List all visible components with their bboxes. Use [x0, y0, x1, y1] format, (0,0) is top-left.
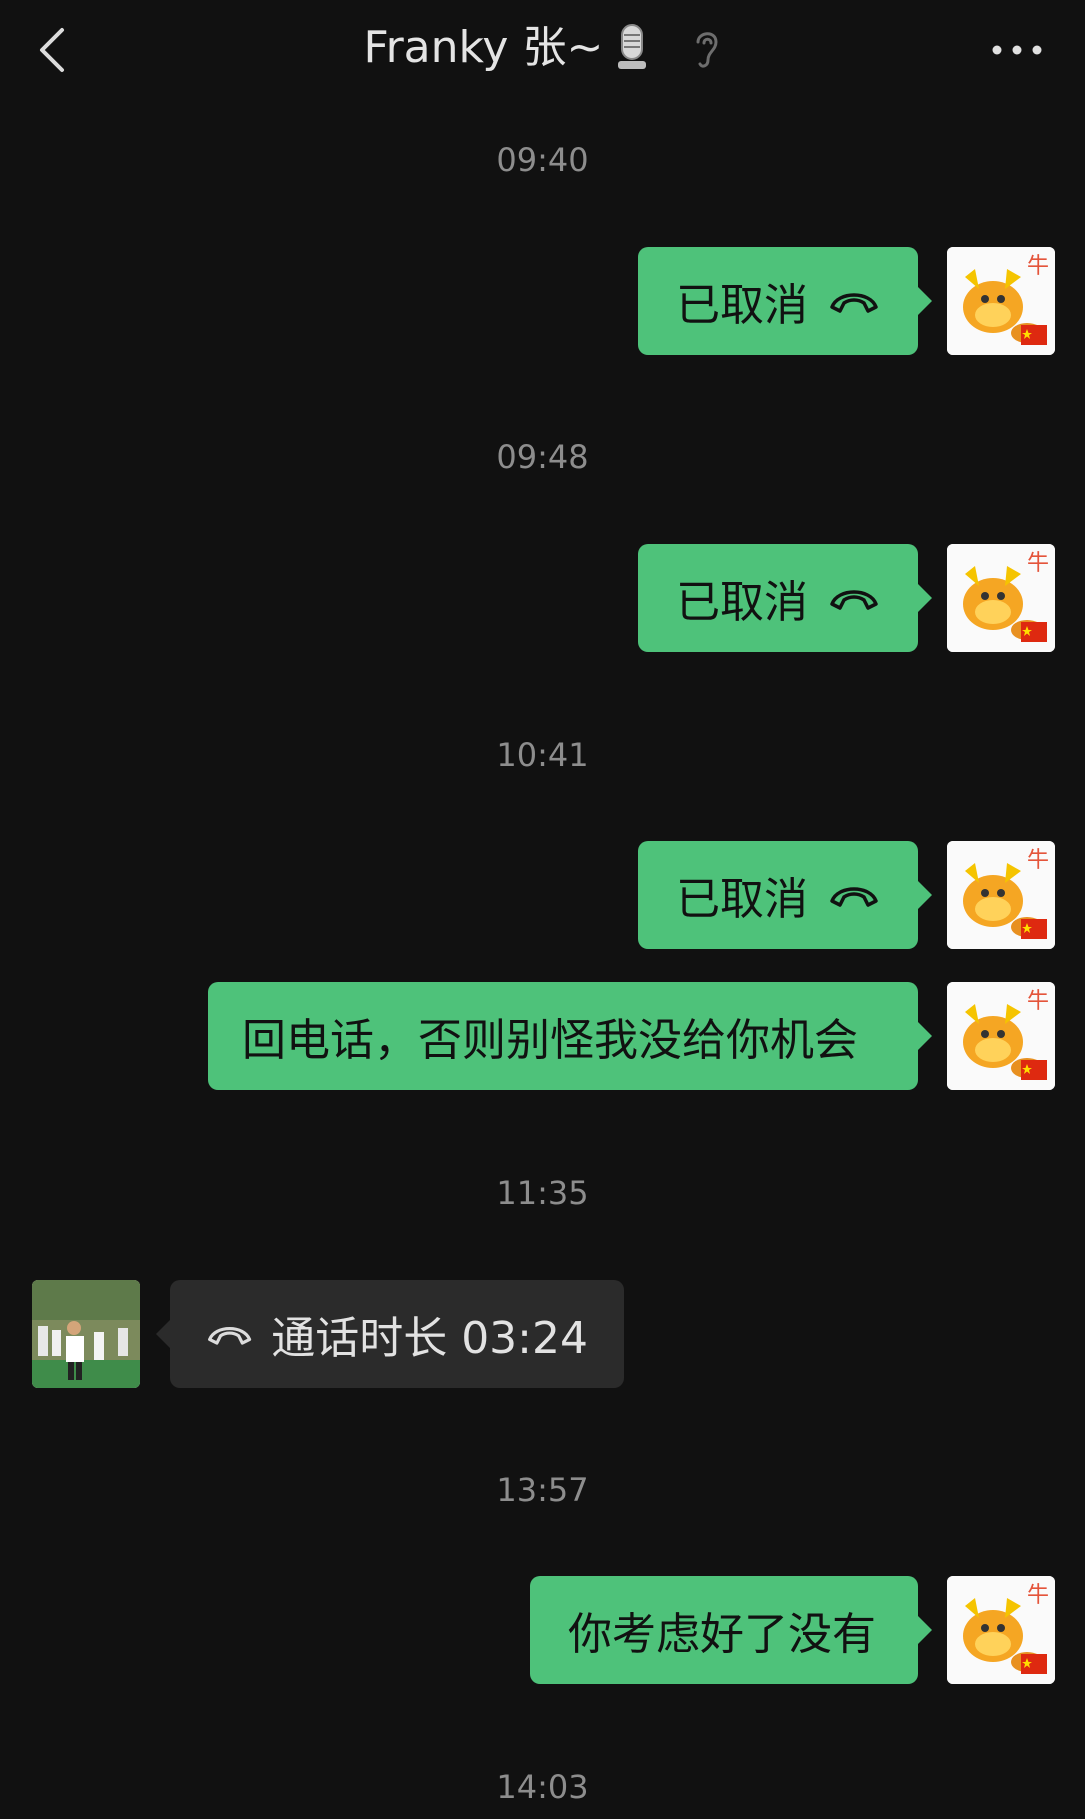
- chat-header: Franky 张~: [0, 0, 1085, 100]
- message-text: 你考虑好了没有: [568, 1609, 876, 1660]
- message-bubble-text[interactable]: 你考虑好了没有: [530, 1576, 932, 1684]
- contact-photo-avatar[interactable]: [32, 1280, 140, 1388]
- bull-avatar-image: 牛: [947, 247, 1055, 355]
- svg-text:牛: 牛: [1027, 989, 1049, 1014]
- message-bubble-cancelled-call[interactable]: 已取消: [638, 841, 932, 949]
- timestamp: 14:03: [496, 1768, 589, 1806]
- more-icon[interactable]: [989, 32, 1045, 68]
- phone-hangup-icon: [830, 887, 878, 907]
- message-text: 已取消: [676, 577, 808, 628]
- timestamp: 13:57: [496, 1471, 589, 1509]
- bull-avatar-image: 牛: [947, 1576, 1055, 1684]
- svg-text:牛: 牛: [1027, 1583, 1049, 1608]
- message-text: 已取消: [676, 874, 808, 925]
- bull-avatar-image: 牛: [947, 841, 1055, 949]
- message-text: 通话时长 03:24: [271, 1313, 588, 1364]
- message-bubble-cancelled-call[interactable]: 已取消: [638, 544, 932, 652]
- timestamp: 09:40: [496, 141, 589, 179]
- svg-text:牛: 牛: [1027, 848, 1049, 873]
- bull-avatar-image: 牛: [947, 982, 1055, 1090]
- contact-photo-image: [32, 1280, 140, 1388]
- svg-text:牛: 牛: [1027, 551, 1049, 576]
- bull-avatar[interactable]: 牛: [947, 544, 1055, 652]
- title-area: Franky 张~: [0, 18, 1085, 78]
- phone-hangup-icon: [830, 590, 878, 610]
- message-text: 回电话，否则别怪我没给你机会: [242, 1015, 858, 1066]
- message-text: 已取消: [676, 280, 808, 331]
- timestamp: 11:35: [496, 1174, 589, 1212]
- timestamp: 10:41: [496, 736, 589, 774]
- svg-text:牛: 牛: [1027, 254, 1049, 279]
- bull-avatar-image: 牛: [947, 544, 1055, 652]
- message-bubble-call-duration[interactable]: 通话时长 03:24: [156, 1280, 624, 1388]
- phone-hangup-icon: [208, 1326, 252, 1345]
- bull-avatar[interactable]: 牛: [947, 982, 1055, 1090]
- bull-avatar[interactable]: 牛: [947, 1576, 1055, 1684]
- phone-hangup-icon: [830, 293, 878, 313]
- message-bubble-text[interactable]: 回电话，否则别怪我没给你机会: [208, 982, 932, 1090]
- chat-title[interactable]: Franky 张~: [363, 18, 603, 78]
- ear-icon[interactable]: [692, 26, 722, 70]
- message-bubble-cancelled-call[interactable]: 已取消: [638, 247, 932, 355]
- microphone-icon: [618, 24, 647, 69]
- bull-avatar[interactable]: 牛: [947, 841, 1055, 949]
- timestamp: 09:48: [496, 438, 589, 476]
- bull-avatar[interactable]: 牛: [947, 247, 1055, 355]
